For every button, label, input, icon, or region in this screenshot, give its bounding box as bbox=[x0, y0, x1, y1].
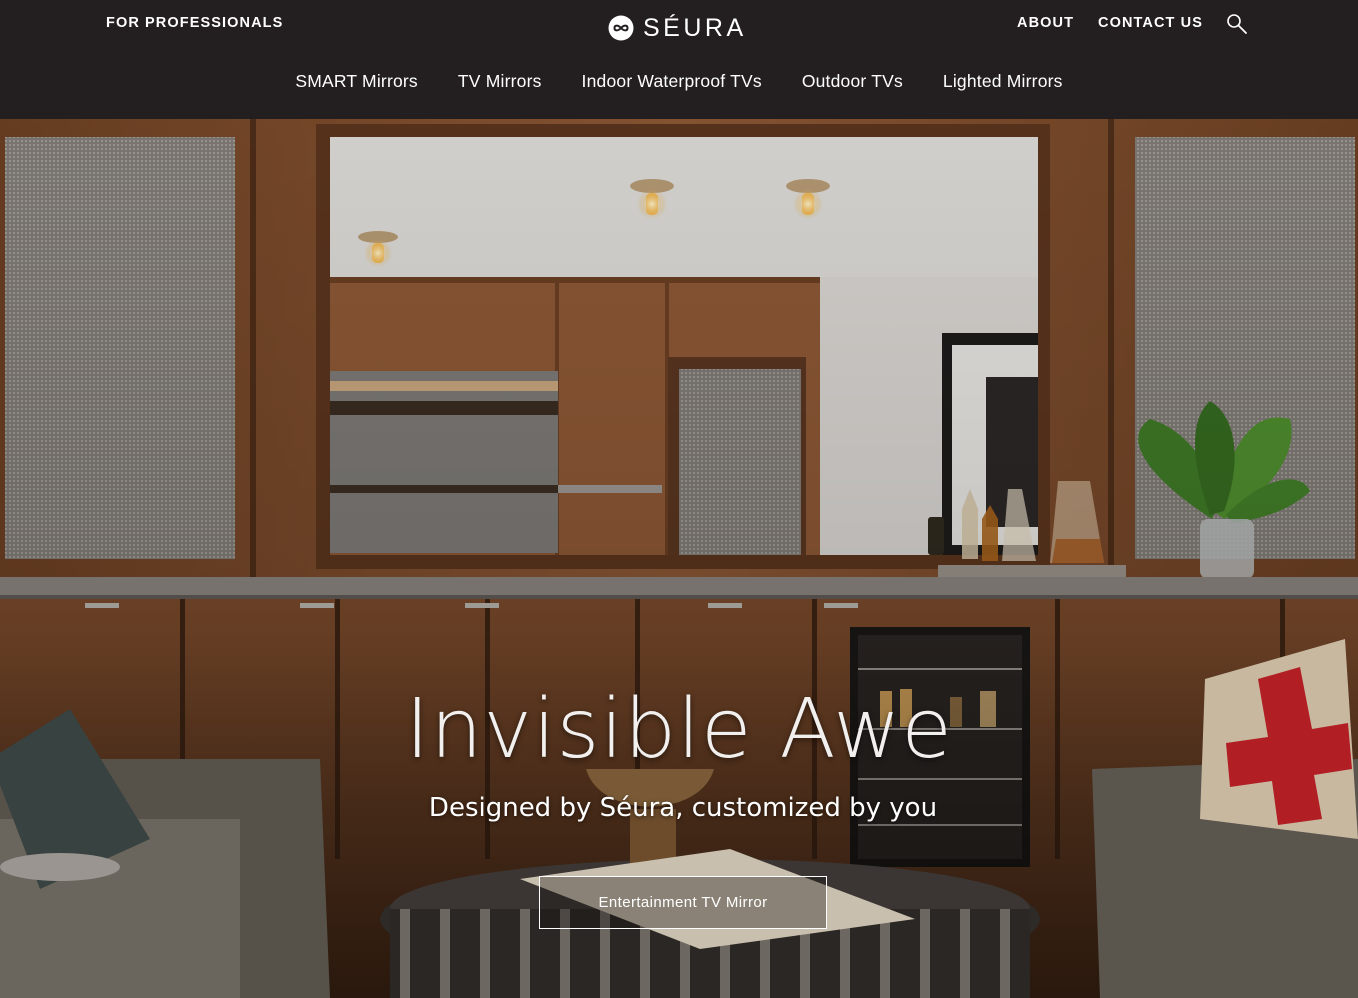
infinity-circle-logo-icon bbox=[608, 15, 634, 41]
entertainment-tv-mirror-button[interactable]: Entertainment TV Mirror bbox=[539, 876, 827, 929]
nav-item-indoor-waterproof-tvs[interactable]: Indoor Waterproof TVs bbox=[582, 71, 762, 92]
for-professionals-link[interactable]: FOR PROFESSIONALS bbox=[106, 15, 283, 31]
hero-subtitle: Designed by Séura, customized by you bbox=[428, 793, 938, 823]
search-icon bbox=[1227, 14, 1247, 34]
seura-logo[interactable]: SÉURA bbox=[608, 13, 747, 43]
nav-item-smart-mirrors[interactable]: SMART Mirrors bbox=[295, 71, 418, 92]
hero-section: Invisible Awe Designed by Séura, customi… bbox=[0, 119, 1358, 998]
nav-item-lighted-mirrors[interactable]: Lighted Mirrors bbox=[943, 71, 1063, 92]
nav-item-tv-mirrors[interactable]: TV Mirrors bbox=[458, 71, 542, 92]
main-nav: SMART Mirrors TV Mirrors Indoor Waterpro… bbox=[0, 71, 1358, 92]
logo-text: SÉURA bbox=[643, 14, 747, 42]
contact-us-link[interactable]: CONTACT US bbox=[1098, 15, 1203, 31]
search-button[interactable] bbox=[1226, 13, 1248, 35]
nav-item-outdoor-tvs[interactable]: Outdoor TVs bbox=[802, 71, 903, 92]
about-link[interactable]: ABOUT bbox=[1017, 15, 1074, 31]
site-header: FOR PROFESSIONALS SÉURA ABOUT CONTACT US… bbox=[0, 0, 1358, 119]
hero-title: Invisible Awe bbox=[405, 682, 953, 777]
hero-background-image bbox=[0, 119, 1358, 998]
